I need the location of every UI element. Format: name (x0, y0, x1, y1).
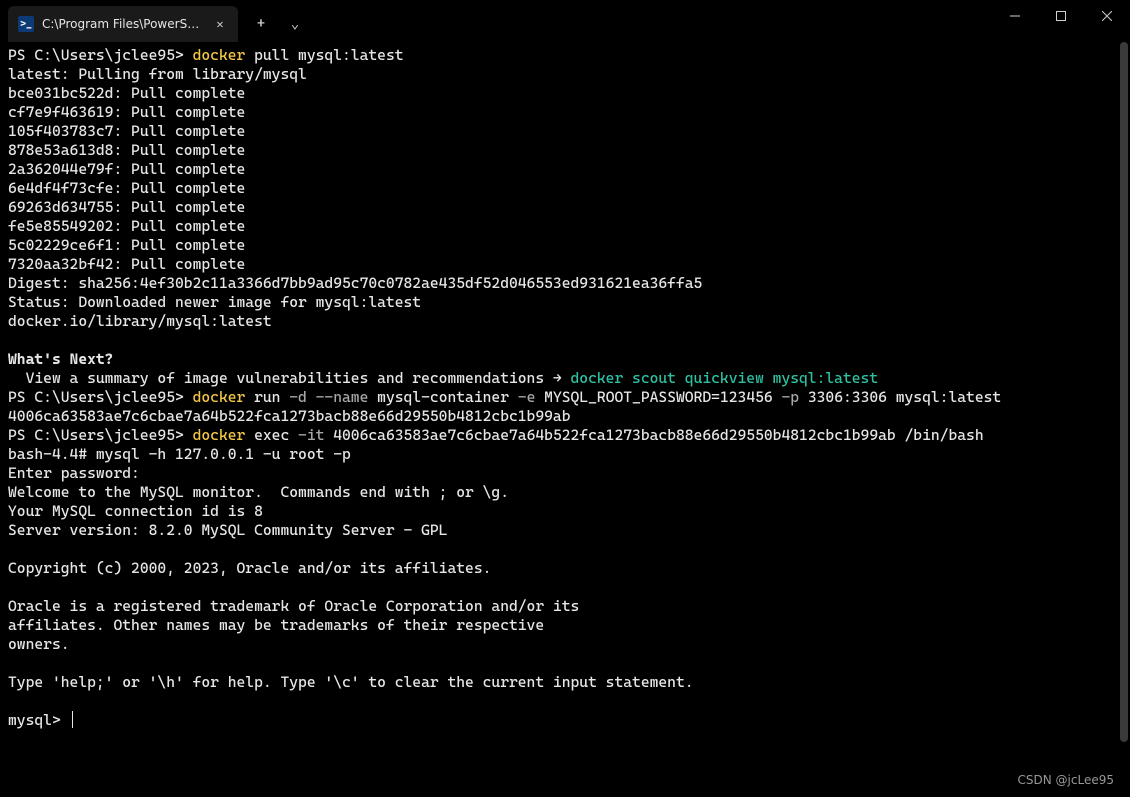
minimize-button[interactable] (992, 0, 1038, 32)
cursor (72, 711, 73, 728)
terminal-viewport: PS C:\Users\jclee95> docker pull mysql:l… (0, 40, 1130, 797)
flag: -it (298, 426, 324, 444)
flag: -d (289, 388, 307, 406)
maximize-button[interactable] (1038, 0, 1084, 32)
container-id-line: 4006ca63583ae7c6cbae7a64b522fca1273bacb8… (8, 407, 571, 425)
output-line: latest: Pulling from library/mysql (8, 65, 307, 83)
pull-layer-line: 6e4df4f73cfe: Pull complete (8, 179, 245, 197)
flag: -p (781, 388, 799, 406)
cmd-args: mysql-container (368, 388, 517, 406)
whats-next-heading: What's Next? (8, 350, 113, 368)
mysql-output-line: Welcome to the MySQL monitor. Commands e… (8, 483, 509, 501)
pull-layer-line: 69263d634755: Pull complete (8, 198, 245, 216)
pull-layer-line: cf7e9f463619: Pull complete (8, 103, 245, 121)
docker-keyword: docker (193, 388, 246, 406)
mysql-output-line: Copyright (c) 2000, 2023, Oracle and/or … (8, 559, 491, 577)
mysql-prompt: mysql> (8, 711, 70, 729)
mysql-output-line: Your MySQL connection id is 8 (8, 502, 263, 520)
tab-powershell[interactable]: >_ C:\Program Files\PowerShell\ ✕ (8, 6, 238, 42)
scout-prefix: View a summary of image vulnerabilities … (8, 369, 571, 387)
tab-close-button[interactable]: ✕ (210, 14, 230, 34)
cmd-args: pull mysql:latest (245, 46, 403, 64)
pull-layer-line: bce031bc522d: Pull complete (8, 84, 245, 102)
scrollbar-thumb[interactable] (1120, 42, 1128, 742)
minimize-icon (1010, 11, 1020, 21)
window-close-button[interactable] (1084, 0, 1130, 32)
close-icon (1102, 11, 1112, 21)
tab-actions: + ⌄ (244, 6, 312, 42)
cmd-args: MYSQL_ROOT_PASSWORD=123456 (535, 388, 781, 406)
mysql-output-line: Oracle is a registered trademark of Orac… (8, 597, 579, 615)
cmd-args: run (245, 388, 289, 406)
bash-line: bash-4.4# mysql -h 127.0.0.1 -u root -p (8, 445, 351, 463)
docker-keyword: docker (193, 426, 246, 444)
window-controls (992, 0, 1130, 40)
flag: -e (518, 388, 536, 406)
pull-layer-line: fe5e85549202: Pull complete (8, 217, 245, 235)
cmd-args: 4006ca63583ae7c6cbae7a64b522fca1273bacb8… (324, 426, 983, 444)
enter-password-line: Enter password: (8, 464, 140, 482)
cmd-args: 3306:3306 mysql:latest (799, 388, 1001, 406)
docker-scout-link[interactable]: docker scout quickview mysql:latest (571, 369, 879, 387)
flag: --name (316, 388, 369, 406)
terminal[interactable]: PS C:\Users\jclee95> docker pull mysql:l… (0, 40, 1130, 797)
titlebar: >_ C:\Program Files\PowerShell\ ✕ + ⌄ (0, 0, 1130, 40)
ps-prompt: PS C:\Users\jclee95> (8, 46, 193, 64)
maximize-icon (1056, 11, 1066, 21)
pull-layer-line: 105f403783c7: Pull complete (8, 122, 245, 140)
powershell-icon: >_ (18, 16, 34, 32)
status-line: Status: Downloaded newer image for mysql… (8, 293, 421, 311)
pull-layer-line: 2a362044e79f: Pull complete (8, 160, 245, 178)
tab-dropdown-button[interactable]: ⌄ (278, 9, 312, 39)
ps-prompt: PS C:\Users\jclee95> (8, 426, 193, 444)
digest-line: Digest: sha256:4ef30b2c11a3366d7bb9ad95c… (8, 274, 702, 292)
new-tab-button[interactable]: + (244, 9, 278, 39)
pull-layer-line: 5c02229ce6f1: Pull complete (8, 236, 245, 254)
mysql-output-line: Server version: 8.2.0 MySQL Community Se… (8, 521, 447, 539)
image-ref-line: docker.io/library/mysql:latest (8, 312, 272, 330)
pull-layer-line: 7320aa32bf42: Pull complete (8, 255, 245, 273)
tab-title: C:\Program Files\PowerShell\ (42, 17, 202, 31)
mysql-output-line: Type 'help;' or '\h' for help. Type '\c'… (8, 673, 694, 691)
mysql-output-line: owners. (8, 635, 70, 653)
pull-layer-line: 878e53a613d8: Pull complete (8, 141, 245, 159)
scrollbar[interactable] (1120, 42, 1128, 795)
cmd-args: exec (245, 426, 298, 444)
mysql-output-line: affiliates. Other names may be trademark… (8, 616, 544, 634)
docker-keyword: docker (193, 46, 246, 64)
ps-prompt: PS C:\Users\jclee95> (8, 388, 193, 406)
